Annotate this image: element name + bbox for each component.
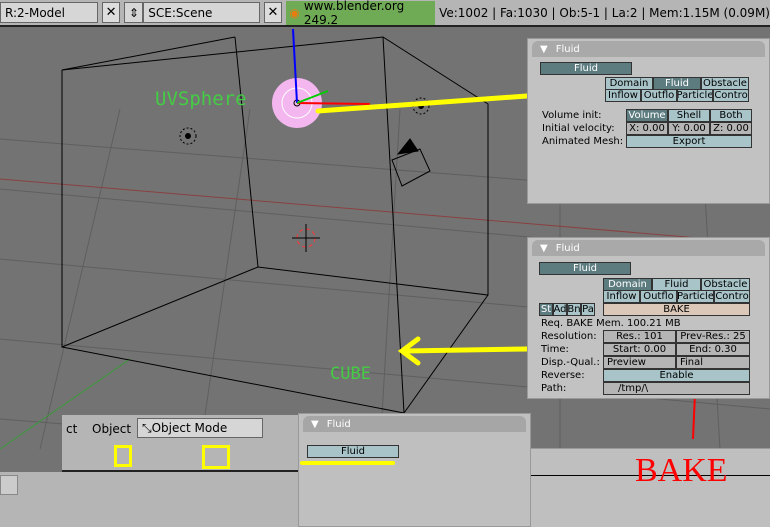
expand-arrow-icon[interactable] — [0, 475, 18, 495]
collapse-triangle-icon[interactable]: ▼ — [311, 419, 319, 430]
velocity-z[interactable]: Z: 0.00 — [710, 122, 752, 135]
subtab-particles[interactable]: Pa — [581, 303, 595, 316]
reverse-label: Reverse: — [541, 370, 585, 381]
panel-title: Fluid — [326, 418, 351, 430]
reverse-enable-button[interactable]: Enable — [603, 369, 750, 382]
render-display-select[interactable]: Final — [676, 356, 750, 369]
3d-cursor-icon — [292, 224, 320, 252]
object-context-icon[interactable] — [114, 445, 132, 467]
panel-title: Fluid — [555, 242, 580, 254]
mode-text: Object Mode — [151, 421, 228, 435]
mode-select[interactable]: ⤡ Object Mode — [137, 418, 263, 438]
initial-velocity-label: Initial velocity: — [542, 123, 615, 134]
blender-logo-icon: ◉ — [289, 5, 300, 20]
panel-title: Fluid — [555, 43, 580, 55]
velocity-y[interactable]: Y: 0.00 — [668, 122, 710, 135]
panel-header[interactable]: ▼ Fluid — [532, 41, 765, 57]
type-outflow[interactable]: Outflo — [640, 290, 677, 303]
panel-header[interactable]: ▼ Fluid — [532, 240, 765, 256]
scene-stats: Ve:1002 | Fa:1030 | Ob:5-1 | La:2 | Mem:… — [439, 5, 770, 20]
resolution-field[interactable]: Res.: 101 — [603, 330, 676, 343]
velocity-x[interactable]: X: 0.00 — [626, 122, 668, 135]
scene-selector[interactable]: SCE:Scene — [143, 2, 260, 23]
end-time-field[interactable]: End: 0.30 — [676, 343, 750, 356]
type-particle[interactable]: Particle — [677, 290, 714, 303]
type-inflow[interactable]: Inflow — [605, 89, 641, 102]
type-particle[interactable]: Particle — [677, 89, 713, 102]
fluid-toggle[interactable]: Fluid — [540, 62, 632, 75]
collapse-triangle-icon[interactable]: ▼ — [540, 243, 548, 254]
fluid-toggle[interactable]: Fluid — [539, 262, 631, 275]
animated-mesh-label: Animated Mesh: — [542, 136, 624, 147]
subtab-boundary[interactable]: Bn — [567, 303, 581, 316]
buttons-window-header — [0, 472, 298, 527]
close-scene-button[interactable]: ✕ — [263, 2, 283, 23]
type-control[interactable]: Contro — [713, 89, 749, 102]
bake-annotation: BAKE — [635, 452, 728, 489]
path-label: Path: — [541, 383, 567, 394]
scene-browse-button[interactable]: ⇕ — [124, 2, 144, 23]
time-label: Time: — [541, 344, 569, 355]
3d-view-header: ct Object ⤡ Object Mode — [62, 415, 298, 472]
bake-button[interactable]: BAKE — [603, 303, 750, 316]
subtab-advanced[interactable]: Ad — [553, 303, 567, 316]
select-menu[interactable]: ct — [66, 422, 77, 436]
blender-version: ◉ www.blender.org 249.2 — [286, 0, 436, 27]
start-time-field[interactable]: Start: 0.00 — [603, 343, 676, 356]
lamp-icon[interactable] — [179, 127, 197, 145]
physics-context-icon[interactable] — [202, 445, 230, 469]
panel-header[interactable]: ▼ Fluid — [303, 416, 526, 432]
info-header: R:2-Model ✕ ⇕ SCE:Scene ✕ ◉ www.blender.o… — [0, 0, 770, 27]
volume-init-label: Volume init: — [542, 110, 602, 121]
collapse-triangle-icon[interactable]: ▼ — [540, 44, 548, 55]
export-button[interactable]: Export — [626, 135, 752, 148]
volume-init-volume[interactable]: Volume — [626, 109, 668, 122]
display-quality-label: Disp.-Qual.: — [541, 357, 600, 368]
preview-resolution-field[interactable]: Prev-Res.: 25 — [676, 330, 750, 343]
type-control[interactable]: Contro — [714, 290, 750, 303]
resolution-label: Resolution: — [541, 331, 597, 342]
version-text: www.blender.org 249.2 — [303, 0, 405, 27]
object-menu[interactable]: Object — [92, 422, 131, 436]
fluid-toggle[interactable]: Fluid — [307, 445, 399, 458]
fluid-bottom-panel: ▼ Fluid Fluid — [298, 413, 531, 527]
fluid-object-panel: ▼ Fluid Fluid Domain Fluid Obstacle Inflo… — [527, 38, 770, 204]
uvsphere-label: UVSphere — [155, 88, 247, 110]
volume-init-both[interactable]: Both — [710, 109, 752, 122]
object-mode-icon: ⤡ — [142, 420, 152, 435]
fluid-domain-panel: ▼ Fluid Fluid Domain Fluid Obstacle Inflo… — [527, 237, 770, 399]
cube-label: CUBE — [330, 364, 371, 384]
screen-selector[interactable]: R:2-Model — [0, 2, 98, 23]
subtab-standard[interactable]: St — [539, 303, 553, 316]
type-outflow[interactable]: Outflo — [641, 89, 677, 102]
bake-memory: Req. BAKE Mem. 100.21 MB — [541, 318, 681, 329]
volume-init-shell[interactable]: Shell — [668, 109, 710, 122]
close-screen-button[interactable]: ✕ — [101, 2, 121, 23]
viewport-display-select[interactable]: Preview — [603, 356, 676, 369]
annotation-underline — [300, 461, 395, 465]
path-field[interactable]: /tmp/\ — [603, 382, 750, 395]
type-inflow[interactable]: Inflow — [603, 290, 640, 303]
